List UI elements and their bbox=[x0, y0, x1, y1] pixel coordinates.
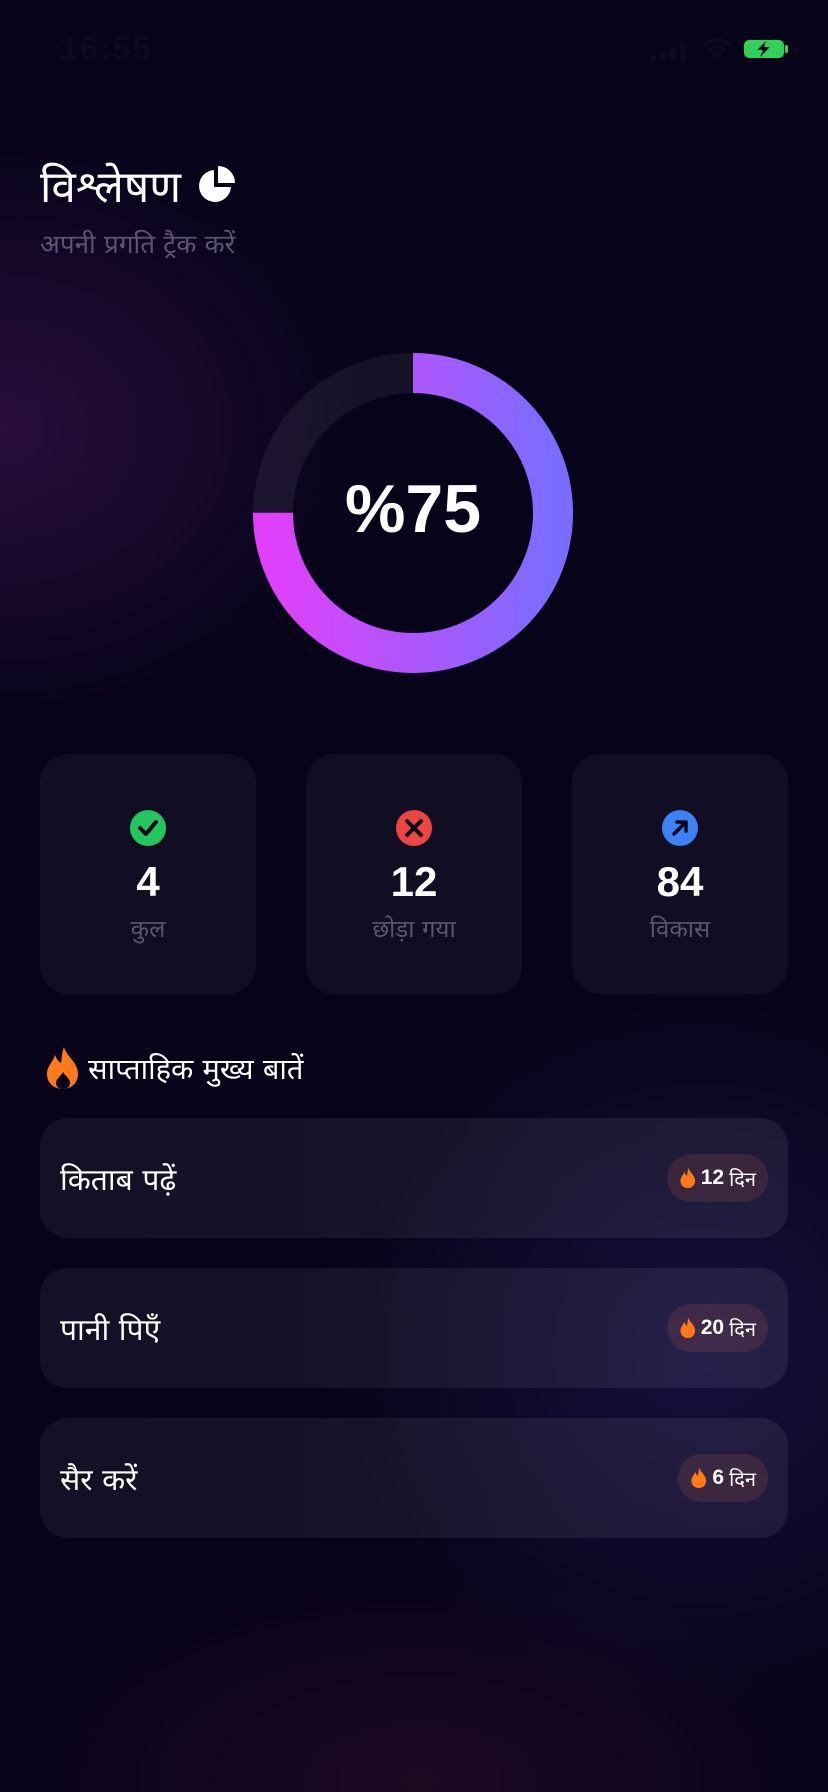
arrow-up-right-icon bbox=[662, 810, 698, 846]
status-bar: 16:55 bbox=[0, 0, 828, 100]
flame-icon bbox=[680, 1168, 695, 1188]
streak-unit: दिन bbox=[729, 1166, 756, 1191]
page-header: विश्लेषण अपनी प्रगति ट्रैक करें bbox=[40, 155, 237, 261]
stat-label: विकास bbox=[649, 915, 711, 943]
wifi-icon bbox=[702, 38, 732, 60]
habit-name: पानी पिएँ bbox=[60, 1313, 161, 1348]
streak-badge: 12 दिन bbox=[666, 1154, 768, 1202]
stat-card-skipped[interactable]: 12 छोड़ा गया bbox=[306, 754, 522, 994]
streak-badge: 20 दिन bbox=[666, 1304, 768, 1352]
stat-label: छोड़ा गया bbox=[372, 915, 456, 943]
battery-charging-icon bbox=[744, 40, 788, 58]
habit-card[interactable]: किताब पढ़ें 12 दिन bbox=[40, 1118, 788, 1238]
pie-chart-icon bbox=[199, 166, 236, 202]
stat-value: 4 bbox=[136, 858, 160, 905]
habit-name: सैर करें bbox=[60, 1463, 138, 1498]
streak-count: 12 bbox=[700, 1166, 725, 1189]
cellular-signal-icon bbox=[650, 44, 686, 62]
weekly-highlights-header: साप्ताहिक मुख्य बातें bbox=[44, 1046, 303, 1090]
x-circle-icon bbox=[396, 810, 432, 846]
stat-label: कुल bbox=[130, 915, 166, 943]
page-title: विश्लेषण bbox=[40, 162, 182, 213]
flame-icon bbox=[680, 1318, 695, 1338]
progress-percent: %75 bbox=[344, 471, 482, 547]
habit-name: किताब पढ़ें bbox=[60, 1163, 177, 1198]
flame-icon bbox=[47, 1047, 78, 1089]
habit-card[interactable]: पानी पिएँ 20 दिन bbox=[40, 1268, 788, 1388]
page-subtitle: अपनी प्रगति ट्रैक करें bbox=[40, 230, 236, 260]
stat-card-growth[interactable]: 84 विकास bbox=[572, 754, 788, 994]
flame-icon bbox=[691, 1468, 707, 1488]
status-time: 16:55 bbox=[60, 30, 152, 68]
check-circle-icon bbox=[130, 810, 166, 846]
streak-count: 6 bbox=[712, 1466, 725, 1489]
streak-unit: दिन bbox=[729, 1316, 756, 1341]
section-title: साप्ताहिक मुख्य बातें bbox=[88, 1051, 304, 1086]
habit-card[interactable]: सैर करें 6 दिन bbox=[40, 1418, 788, 1538]
streak-count: 20 bbox=[700, 1316, 725, 1339]
streak-unit: दिन bbox=[729, 1466, 756, 1491]
streak-badge: 6 दिन bbox=[678, 1454, 768, 1502]
stat-card-total[interactable]: 4 कुल bbox=[40, 754, 256, 994]
stat-value: 12 bbox=[390, 858, 438, 905]
stat-value: 84 bbox=[656, 858, 704, 905]
